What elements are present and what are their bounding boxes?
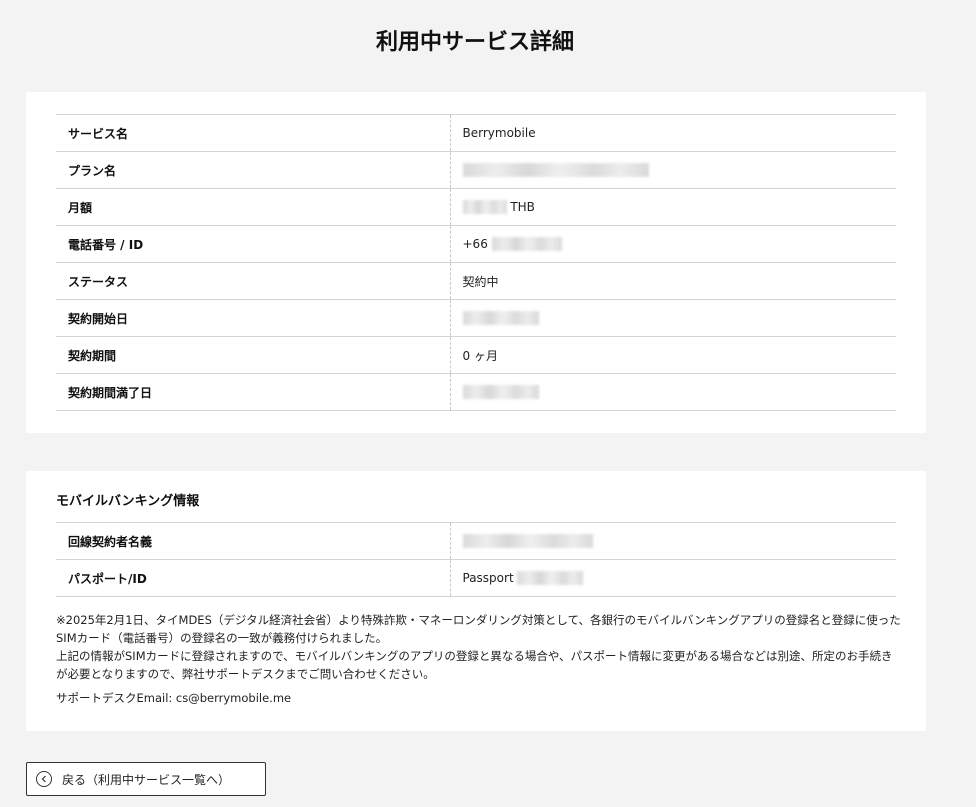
table-row: 月額 THB [56, 188, 896, 226]
row-label: 契約期間満了日 [56, 373, 451, 411]
redacted-value [462, 163, 649, 178]
contract-period-value: 0 ヶ月 [462, 348, 498, 363]
row-label: 電話番号 / ID [56, 225, 451, 263]
contract-end-value [450, 374, 896, 411]
mobile-banking-card: モバイルバンキング情報 回線契約者名義 パスポート/ID Passport ※2… [26, 471, 926, 731]
redacted-value [462, 534, 593, 549]
contract-start-value [450, 300, 896, 337]
row-label: ステータス [56, 262, 451, 300]
passport-value: Passport [450, 560, 896, 597]
notice-text: ※2025年2月1日、タイMDES（デジタル経済社会省）より特殊詐欺・マネーロン… [56, 611, 901, 683]
service-details-card: サービス名 Berrymobile プラン名 月額 THB 電話番号 / ID … [26, 92, 926, 433]
table-row: 回線契約者名義 [56, 522, 896, 560]
phone-number-value: +66 [450, 226, 896, 263]
back-button-label: 戻る（利用中サービス一覧へ） [62, 772, 231, 787]
row-label: 契約期間 [56, 336, 451, 374]
chevron-left-circle-icon [36, 771, 52, 787]
row-label: サービス名 [56, 114, 451, 152]
notice-line: 上記の情報がSIMカードに登録されますので、モバイルバンキングのアプリの登録と異… [56, 649, 893, 681]
service-name-value: Berrymobile [462, 126, 536, 140]
table-row: 契約期間満了日 [56, 373, 896, 411]
redacted-value [462, 311, 539, 326]
table-row: 契約開始日 [56, 299, 896, 337]
mobile-banking-table: 回線契約者名義 パスポート/ID Passport [56, 522, 896, 597]
plan-name-value [450, 152, 896, 189]
redacted-value [462, 200, 507, 215]
row-label: 契約開始日 [56, 299, 451, 337]
monthly-fee-value: THB [450, 189, 896, 226]
country-code: +66 [462, 236, 488, 251]
back-button[interactable]: 戻る（利用中サービス一覧へ） [26, 762, 266, 796]
table-row: パスポート/ID Passport [56, 559, 896, 597]
status-value: 契約中 [462, 274, 499, 289]
table-row: サービス名 Berrymobile [56, 114, 896, 152]
passport-label: Passport [462, 570, 514, 585]
redacted-value [462, 385, 539, 400]
redacted-value [491, 237, 562, 252]
table-row: プラン名 [56, 151, 896, 189]
table-row: 電話番号 / ID +66 [56, 225, 896, 263]
row-label: 月額 [56, 188, 451, 226]
contract-holder-value [450, 523, 896, 560]
row-label: プラン名 [56, 151, 451, 189]
row-label: 回線契約者名義 [56, 522, 451, 560]
redacted-value [517, 571, 584, 586]
section-title: モバイルバンキング情報 [56, 494, 200, 509]
page-title: 利用中サービス詳細 [375, 30, 574, 55]
table-row: 契約期間 0 ヶ月 [56, 336, 896, 374]
notice-line: ※2025年2月1日、タイMDES（デジタル経済社会省）より特殊詐欺・マネーロン… [56, 613, 901, 645]
table-row: ステータス 契約中 [56, 262, 896, 300]
row-label: パスポート/ID [56, 559, 451, 597]
currency-label: THB [510, 199, 535, 214]
service-details-table: サービス名 Berrymobile プラン名 月額 THB 電話番号 / ID … [56, 114, 896, 411]
support-email: サポートデスクEmail: cs@berrymobile.me [56, 691, 292, 705]
